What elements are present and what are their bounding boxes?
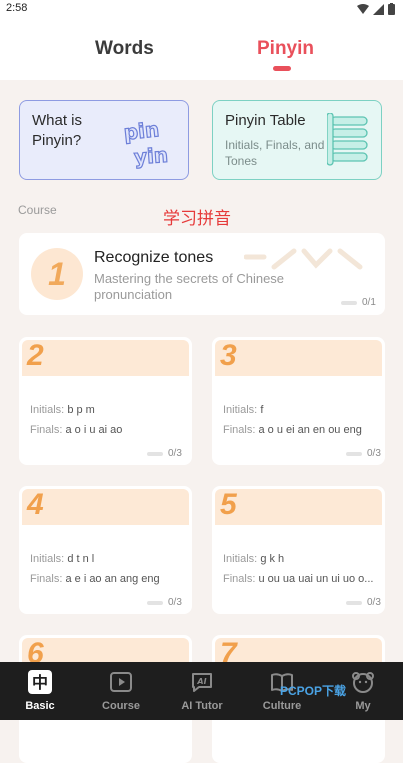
unit-progress: 0/3 xyxy=(147,597,182,608)
unit-initials: Initials: g k h xyxy=(223,553,285,565)
tab-pinyin[interactable]: Pinyin xyxy=(257,38,314,60)
unit-initials: Initials: f xyxy=(223,404,264,416)
nav-basic[interactable]: 中 Basic xyxy=(0,662,80,720)
unit-finals: Finals: u ou ua uai un ui uo o... xyxy=(223,573,374,585)
unit-card[interactable]: 3 Initials: f Finals: a o u ei an en ou … xyxy=(212,337,385,465)
nav-basic-label: Basic xyxy=(25,700,55,712)
lesson-progress: 0/1 xyxy=(341,297,376,308)
learn-pinyin-title: 学习拼音 xyxy=(163,209,231,228)
nav-ai-tutor-label: AI Tutor xyxy=(181,700,223,712)
status-icons xyxy=(357,3,395,15)
lesson-title: Recognize tones xyxy=(94,249,214,266)
what-is-pinyin-card[interactable]: What is Pinyin? pin yin xyxy=(19,100,189,180)
unit-card[interactable]: 2 Initials: b p m Finals: a o i u ai ao … xyxy=(19,337,192,465)
unit-header xyxy=(215,340,382,376)
svg-text:pin: pin xyxy=(123,117,161,145)
svg-text:中: 中 xyxy=(32,673,48,692)
svg-text:AI: AI xyxy=(196,677,206,686)
signal-icon xyxy=(373,3,384,15)
lesson-recognize-tones[interactable]: 1 Recognize tones Mastering the secrets … xyxy=(19,233,385,315)
main-content: What is Pinyin? pin yin Pinyin Table Ini… xyxy=(0,80,403,763)
status-time: 2:58 xyxy=(6,2,28,14)
lesson-progress-text: 0/1 xyxy=(362,297,376,308)
unit-header xyxy=(22,489,189,525)
unit-card[interactable]: 5 Initials: g k h Finals: u ou ua uai un… xyxy=(212,486,385,614)
active-tab-indicator xyxy=(273,66,291,71)
ai-chat-icon: AI xyxy=(192,673,212,692)
unit-number: 2 xyxy=(27,339,44,372)
nav-course[interactable]: Course xyxy=(81,662,161,720)
svg-text:yin: yin xyxy=(133,143,169,169)
unit-progress: 0/3 xyxy=(147,448,182,459)
pinyin-table-card[interactable]: Pinyin Table Initials, Finals, and Tones xyxy=(212,100,382,180)
unit-progress: 0/3 xyxy=(346,448,381,459)
pinyin-letters-icon: pin yin xyxy=(122,116,169,169)
unit-initials: Initials: b p m xyxy=(30,404,95,416)
pinyin-table-subtitle: Initials, Finals, and Tones xyxy=(225,138,325,168)
unit-number: 5 xyxy=(220,488,237,521)
unit-progress: 0/3 xyxy=(346,597,381,608)
watermark-text: PCPOP下载 xyxy=(280,684,347,698)
nav-ai-tutor[interactable]: AI AI Tutor xyxy=(162,662,242,720)
course-section-label: Course xyxy=(18,203,57,217)
wifi-icon xyxy=(357,4,369,14)
what-is-pinyin-title: What is Pinyin? xyxy=(32,112,83,149)
nav-my-label: My xyxy=(355,700,371,712)
unit-header xyxy=(215,489,382,525)
unit-finals: Finals: a o i u ai ao xyxy=(30,424,123,436)
top-tab-bar: Words Pinyin xyxy=(0,18,403,80)
progress-bar xyxy=(341,300,357,305)
video-icon xyxy=(110,672,132,692)
unit-finals: Finals: a o u ei an en ou eng xyxy=(223,424,362,436)
unit-finals: Finals: a e i ao an ang eng xyxy=(30,573,160,585)
nav-course-label: Course xyxy=(102,700,140,712)
unit-number: 3 xyxy=(220,339,237,372)
lesson-number-badge: 1 xyxy=(31,248,83,300)
unit-initials: Initials: d t n l xyxy=(30,553,95,565)
nav-culture-label: Culture xyxy=(262,700,302,712)
tab-words[interactable]: Words xyxy=(95,38,154,60)
status-bar: 2:58 xyxy=(0,0,403,18)
lesson-subtitle: Mastering the secrets of Chinese pronunc… xyxy=(94,271,285,302)
zhong-icon: 中 xyxy=(28,670,52,694)
battery-icon xyxy=(388,3,395,15)
tone-marks-icon xyxy=(244,248,363,270)
bear-icon xyxy=(352,672,374,693)
unit-header xyxy=(22,340,189,376)
unit-number: 4 xyxy=(27,488,44,521)
table-scroll-icon xyxy=(327,113,368,166)
unit-card[interactable]: 4 Initials: d t n l Finals: a e i ao an … xyxy=(19,486,192,614)
